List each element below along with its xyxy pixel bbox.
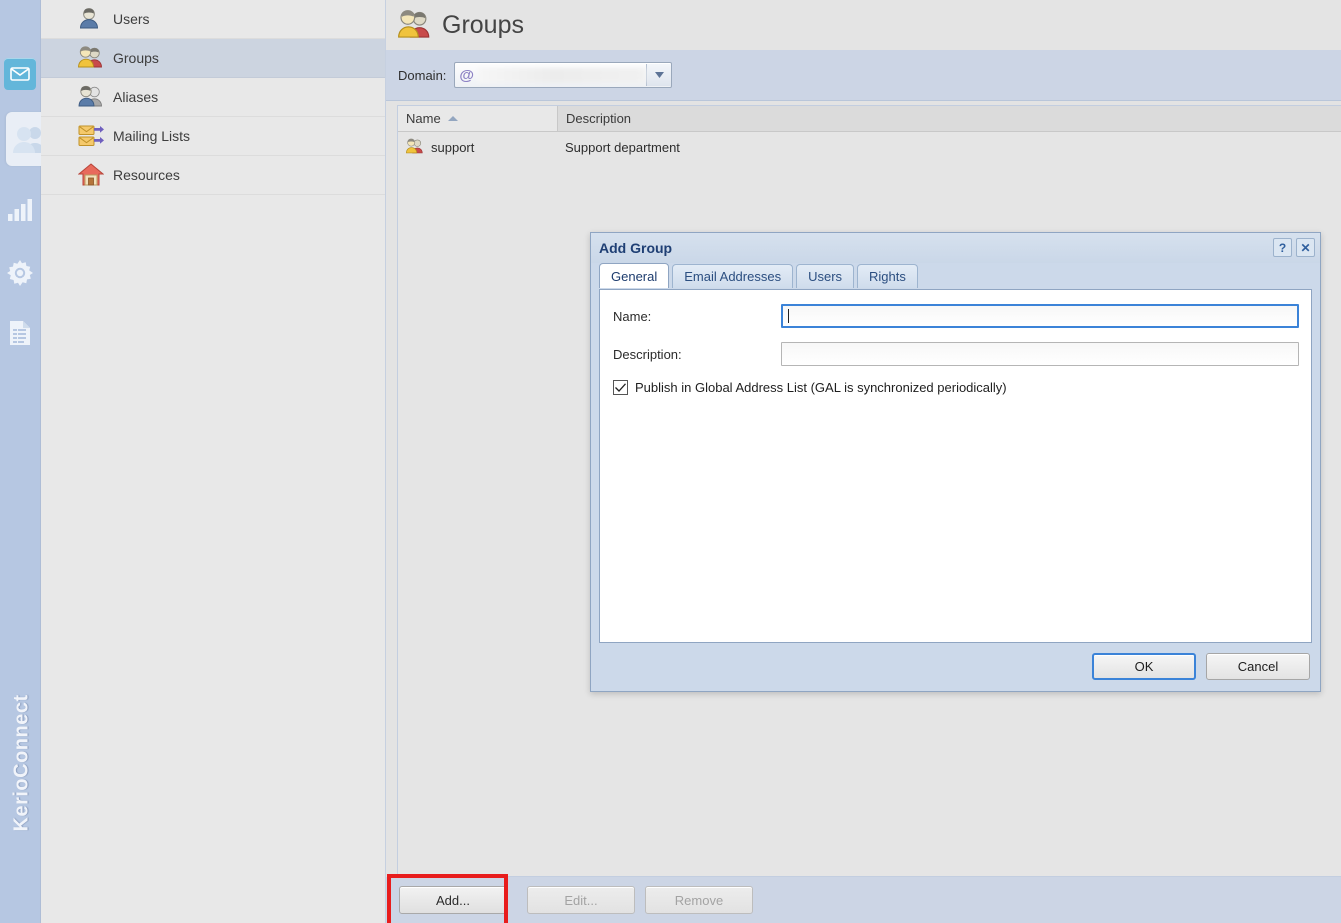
at-symbol-icon: @: [459, 66, 475, 84]
rail-item-mail[interactable]: [0, 45, 40, 103]
table-row[interactable]: support Support department: [398, 132, 1341, 162]
dialog-footer: OK Cancel: [591, 641, 1320, 691]
rail-item-configuration[interactable]: [0, 245, 40, 303]
product-brand: KerioConnect: [10, 694, 33, 832]
dialog-title-bar: Add Group ? ✕: [591, 233, 1320, 263]
resources-icon-glyph: [77, 163, 105, 186]
dialog-body-general: Name: Description: Publish in Global Add…: [599, 289, 1312, 643]
main-content: Groups Domain: @ Name Description suppor…: [386, 0, 1341, 923]
publish-gal-checkbox[interactable]: [613, 380, 628, 395]
cell-name-label: support: [431, 139, 475, 155]
aliases-icon-glyph: [78, 85, 102, 107]
logs-icon-glyph: [10, 320, 30, 345]
cell-description: Support department: [565, 139, 680, 155]
rail-item-status[interactable]: [0, 182, 40, 240]
sidebar-item-mailing-lists[interactable]: Mailing Lists: [41, 117, 385, 156]
mail-icon: [4, 58, 36, 90]
column-header-name[interactable]: Name: [398, 106, 558, 131]
cancel-button[interactable]: Cancel: [1206, 652, 1310, 680]
list-toolbar: Add... Edit... Remove: [386, 874, 1341, 923]
cell-name: support: [398, 138, 557, 157]
page-header: Groups: [386, 0, 1341, 50]
sort-ascending-icon: [447, 116, 458, 121]
icon-rail: KerioConnect: [0, 0, 54, 923]
groups-icon: [78, 46, 104, 70]
domain-label: Domain:: [398, 67, 447, 83]
domain-filter-bar: Domain: @: [386, 50, 1341, 101]
publish-gal-label: Publish in Global Address List (GAL is s…: [635, 380, 1007, 395]
kerio-connect-admin-window: KerioConnect Users Groups Aliases Mailin…: [0, 0, 1341, 923]
sidebar-item-groups[interactable]: Groups: [41, 39, 385, 78]
dialog-window-controls: ? ✕: [1273, 238, 1315, 257]
sidebar-item-label: Groups: [113, 50, 159, 66]
gear-icon: [7, 259, 33, 289]
logs-icon: [9, 320, 31, 349]
column-header-description-label: Description: [566, 111, 632, 126]
domain-select[interactable]: @: [454, 62, 673, 88]
ok-button[interactable]: OK: [1092, 652, 1196, 680]
add-group-dialog: Add Group ? ✕ General Email Addresses Us…: [590, 232, 1321, 692]
groups-icon: [406, 138, 424, 157]
text-caret: [788, 309, 789, 323]
tab-general[interactable]: General: [599, 263, 670, 288]
add-button[interactable]: Add...: [399, 886, 507, 914]
chevron-down-icon[interactable]: [646, 64, 672, 86]
dialog-tabs: General Email Addresses Users Rights: [591, 263, 1320, 288]
sidebar-item-label: Mailing Lists: [113, 128, 191, 144]
name-label: Name:: [613, 308, 652, 324]
name-input[interactable]: [781, 304, 1299, 328]
description-label: Description:: [613, 346, 682, 362]
tab-email-addresses[interactable]: Email Addresses: [672, 264, 794, 288]
groups-icon-glyph: [78, 46, 102, 68]
mailing-lists-icon-glyph: [78, 125, 104, 146]
user-icon-glyph: [79, 8, 99, 29]
page-title: Groups: [442, 10, 524, 39]
description-input[interactable]: [781, 342, 1299, 366]
sidebar-item-users[interactable]: Users: [41, 0, 385, 39]
name-field-row: Name:: [613, 304, 1311, 328]
list-header-row: Name Description: [398, 106, 1341, 132]
mailing-lists-icon: [78, 124, 104, 148]
publish-gal-row[interactable]: Publish in Global Address List (GAL is s…: [613, 380, 1311, 395]
remove-button[interactable]: Remove: [645, 886, 753, 914]
page-title-icon-glyph: [398, 9, 430, 38]
edit-button[interactable]: Edit...: [527, 886, 635, 914]
chevron-down-icon-glyph: [654, 72, 664, 78]
tab-rights[interactable]: Rights: [857, 264, 918, 288]
close-icon[interactable]: ✕: [1296, 238, 1315, 257]
checkmark-icon: [615, 383, 626, 392]
rail-item-logs[interactable]: [0, 305, 40, 363]
domain-value: [478, 67, 647, 83]
column-header-description[interactable]: Description: [558, 106, 1341, 131]
sidebar-item-resources[interactable]: Resources: [41, 156, 385, 195]
dialog-title: Add Group: [599, 240, 673, 256]
groups-icon: [398, 9, 432, 42]
aliases-icon: [78, 85, 104, 109]
row-icon-glyph: [406, 138, 423, 153]
statistics-icon: [7, 198, 33, 225]
sidebar-item-aliases[interactable]: Aliases: [41, 78, 385, 117]
sidebar-item-label: Resources: [113, 167, 180, 183]
column-header-name-label: Name: [406, 111, 441, 126]
resources-icon: [77, 163, 105, 187]
user-icon: [78, 7, 104, 31]
statistics-icon-glyph: [8, 198, 32, 221]
description-field-row: Description:: [613, 342, 1311, 366]
help-icon[interactable]: ?: [1273, 238, 1292, 257]
sidebar-nav: Users Groups Aliases Mailing Lists Resou…: [41, 0, 386, 923]
add-button-wrapper: Add...: [387, 874, 517, 923]
tab-users[interactable]: Users: [796, 264, 855, 288]
sidebar-item-label: Aliases: [113, 89, 159, 105]
mail-icon-glyph: [10, 67, 30, 81]
sidebar-item-label: Users: [113, 11, 150, 27]
gear-icon-glyph: [7, 259, 33, 286]
